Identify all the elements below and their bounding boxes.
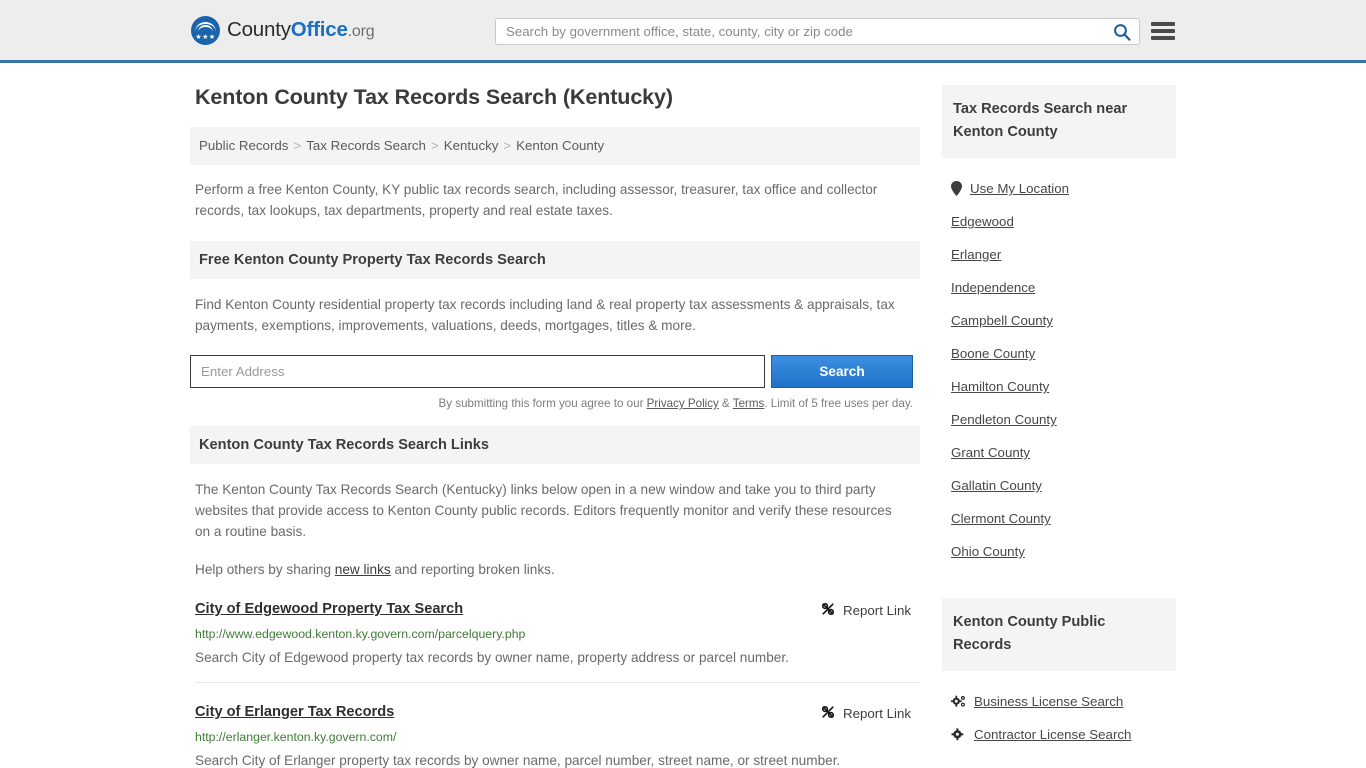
sidebar-nearby-heading: Tax Records Search near Kenton County [942,85,1176,158]
broken-link-icon [820,704,836,723]
breadcrumb-separator: > [430,138,439,153]
address-search-form: Search [190,355,920,388]
terms-link[interactable]: Terms [733,397,765,410]
sidebar-link-ohio-county[interactable]: Ohio County [951,544,1025,559]
breadcrumb: Public Records > Tax Records Search > Kentuc… [190,127,920,165]
help-prefix: Help others by sharing [195,562,335,577]
brand-text-county: County [227,18,291,41]
report-link-label: Report Link [843,706,911,721]
sidebar-link-contractor-license-search[interactable]: Contractor License Search [974,727,1131,742]
page-title: Kenton County Tax Records Search (Kentuc… [195,85,673,109]
cogs-icon [951,727,966,742]
sidebar-item-independence[interactable]: Independence [942,271,1176,304]
search-icon[interactable] [1105,19,1139,44]
brand-text-tld: .org [347,23,375,40]
breadcrumb-separator: > [503,138,512,153]
sidebar-public-records-list: Business License Search Contractor Licen… [942,685,1176,751]
result-item: City of Edgewood Property Tax Search Rep… [195,601,920,683]
report-link-button[interactable]: Report Link [820,704,911,723]
sidebar-link-gallatin-county[interactable]: Gallatin County [951,478,1042,493]
address-input[interactable] [190,355,765,388]
sidebar-item-boone-county[interactable]: Boone County [942,337,1176,370]
sidebar-link-business-license-search[interactable]: Business License Search [974,694,1123,709]
sidebar-link-edgewood[interactable]: Edgewood [951,214,1014,229]
result-url[interactable]: http://www.edgewood.kenton.ky.govern.com… [195,627,920,641]
search-links-intro-text: The Kenton County Tax Records Search (Ke… [195,482,892,539]
property-search-section-heading: Free Kenton County Property Tax Records … [190,241,920,279]
sidebar-link-grant-county[interactable]: Grant County [951,445,1030,460]
search-links-section-heading: Kenton County Tax Records Search Links [190,426,920,464]
property-search-description: Find Kenton County residential property … [195,297,895,333]
sidebar-link-use-my-location[interactable]: Use My Location [970,181,1069,196]
hamburger-menu-icon[interactable] [1151,20,1175,42]
sidebar-link-pendleton-county[interactable]: Pendleton County [951,412,1057,427]
sidebar-link-independence[interactable]: Independence [951,280,1035,295]
help-suffix: and reporting broken links. [390,562,555,577]
report-link-button[interactable]: Report Link [820,601,911,620]
form-disclaimer: By submitting this form you agree to our… [190,397,913,410]
result-url[interactable]: http://erlanger.kenton.ky.govern.com/ [195,730,920,744]
breadcrumb-item-tax-records-search[interactable]: Tax Records Search [306,138,426,153]
broken-link-icon [820,601,836,620]
search-input[interactable] [496,19,1105,44]
sidebar-link-campbell-county[interactable]: Campbell County [951,313,1053,328]
sidebar-item-grant-county[interactable]: Grant County [942,436,1176,469]
sidebar-public-records-block: Kenton County Public Records Business Li… [942,598,1176,751]
result-description: Search City of Erlanger property tax rec… [195,753,841,768]
privacy-policy-link[interactable]: Privacy Policy [647,397,719,410]
breadcrumb-item-kenton-county[interactable]: Kenton County [516,138,604,153]
main-content: Kenton County Tax Records Search (Kentuc… [190,85,920,768]
form-disclaimer-suffix: . Limit of 5 free uses per day. [764,397,913,410]
sidebar-item-pendleton-county[interactable]: Pendleton County [942,403,1176,436]
site-header: ★★★ CountyOffice.org [0,0,1366,63]
sidebar-item-contractor-license-search[interactable]: Contractor License Search [942,718,1176,751]
breadcrumb-separator: > [293,138,302,153]
form-disclaimer-prefix: By submitting this form you agree to our [438,397,647,410]
sidebar-item-gallatin-county[interactable]: Gallatin County [942,469,1176,502]
sidebar-link-boone-county[interactable]: Boone County [951,346,1035,361]
new-links-link[interactable]: new links [335,562,391,577]
sidebar-item-hamilton-county[interactable]: Hamilton County [942,370,1176,403]
sidebar-item-clermont-county[interactable]: Clermont County [942,502,1176,535]
form-disclaimer-amp: & [718,397,733,410]
result-description: Search City of Edgewood property tax rec… [195,650,789,665]
sidebar-item-campbell-county[interactable]: Campbell County [942,304,1176,337]
global-search-box[interactable] [495,18,1140,45]
sidebar-item-edgewood[interactable]: Edgewood [942,205,1176,238]
map-pin-icon [951,181,962,196]
sidebar-nearby-list: Use My Location Edgewood Erlanger Indepe… [942,172,1176,568]
result-item: City of Erlanger Tax Records Report Link… [195,704,920,768]
sidebar-link-clermont-county[interactable]: Clermont County [951,511,1051,526]
help-others-line: Help others by sharing new links and rep… [195,559,920,580]
report-link-label: Report Link [843,603,911,618]
cogs-icon [951,695,966,709]
sidebar-item-ohio-county[interactable]: Ohio County [942,535,1176,568]
brand-text-office: Office [290,18,348,41]
sidebar: Tax Records Search near Kenton County Us… [942,85,1176,768]
search-button[interactable]: Search [771,355,913,388]
sidebar-link-hamilton-county[interactable]: Hamilton County [951,379,1049,394]
sidebar-public-records-heading: Kenton County Public Records [942,598,1176,671]
sidebar-link-erlanger[interactable]: Erlanger [951,247,1001,262]
sidebar-item-business-license-search[interactable]: Business License Search [942,685,1176,718]
emblem-stars: ★★★ [195,33,216,41]
brand-wordmark: CountyOffice.org [227,18,375,42]
breadcrumb-item-kentucky[interactable]: Kentucky [444,138,499,153]
breadcrumb-item-public-records[interactable]: Public Records [199,138,288,153]
page-body: Kenton County Tax Records Search (Kentuc… [0,63,1366,768]
sidebar-item-erlanger[interactable]: Erlanger [942,238,1176,271]
county-office-emblem-icon: ★★★ [191,15,220,45]
page-intro-text: Perform a free Kenton County, KY public … [195,182,878,218]
site-logo[interactable]: ★★★ CountyOffice.org [191,15,375,45]
result-title-link[interactable]: City of Erlanger Tax Records [195,704,394,720]
sidebar-item-use-my-location[interactable]: Use My Location [942,172,1176,205]
result-title-link[interactable]: City of Edgewood Property Tax Search [195,601,463,617]
